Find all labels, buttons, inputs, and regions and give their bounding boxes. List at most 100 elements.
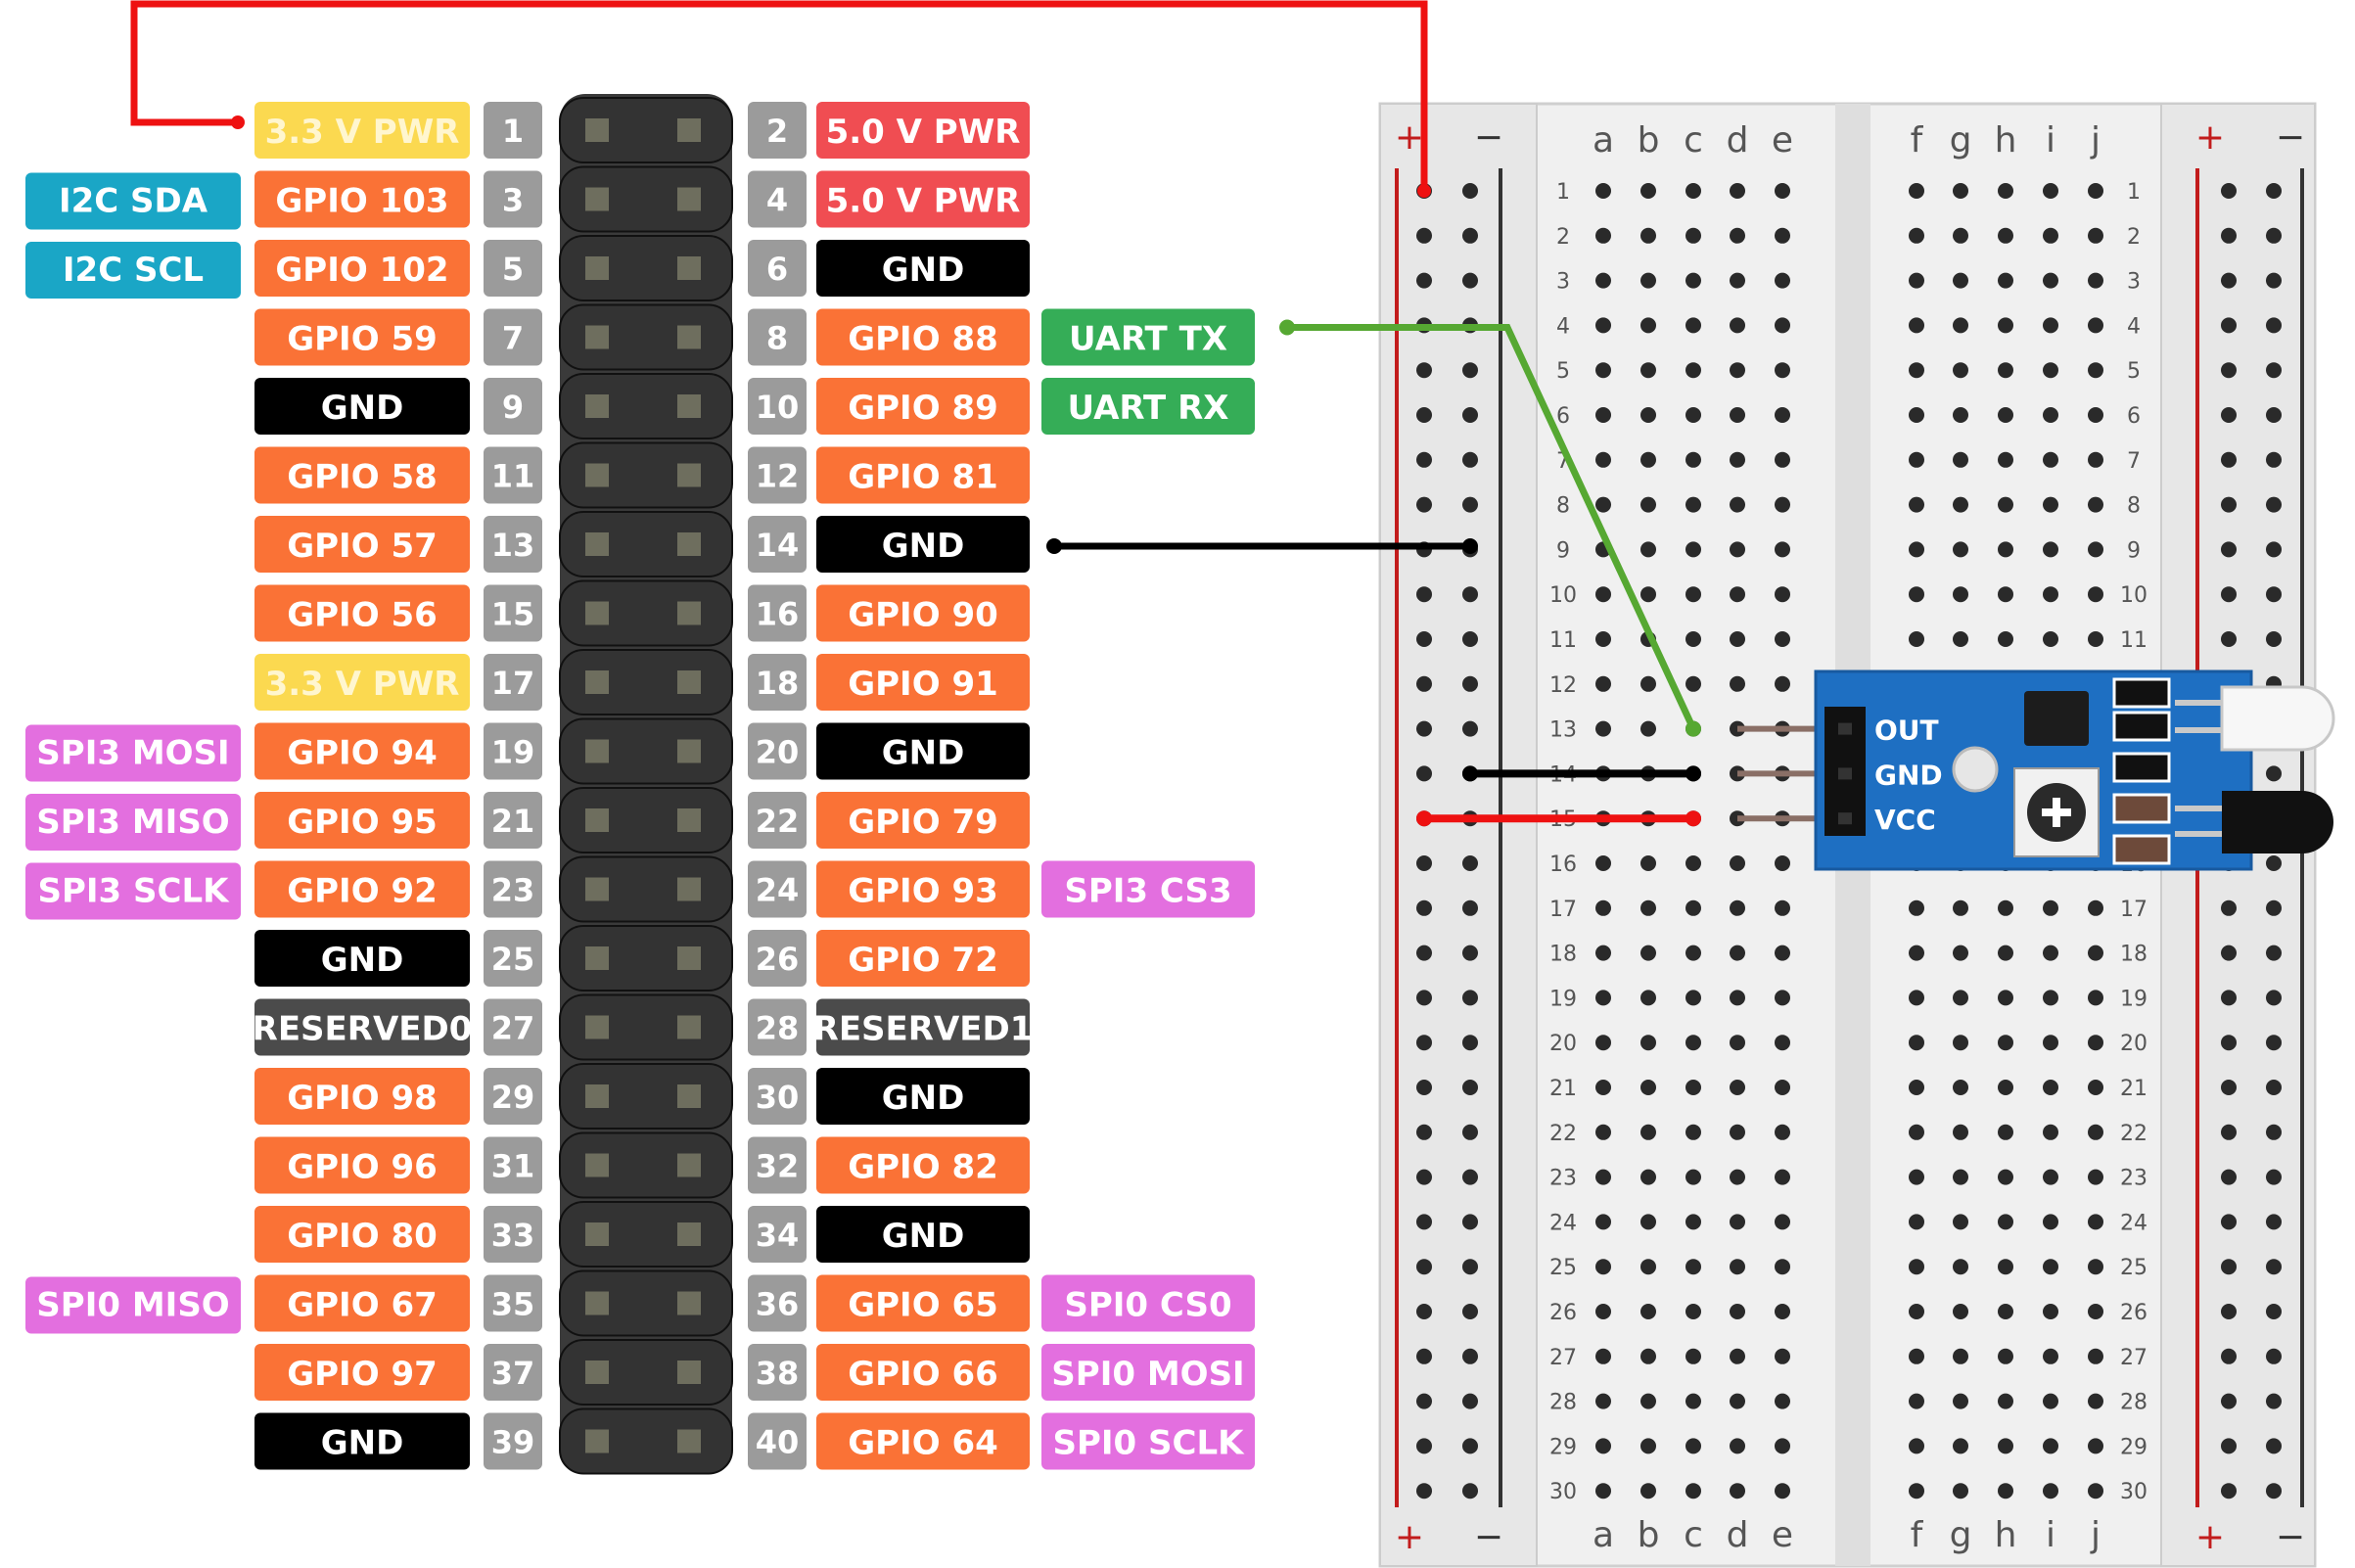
breadboard-hole (1640, 183, 1656, 199)
column-letter: a (1593, 120, 1614, 161)
header-pin (677, 463, 701, 487)
header-pin (585, 1429, 609, 1453)
breadboard-hole (1595, 1348, 1611, 1364)
column-letter: d (1727, 120, 1749, 161)
breadboard-hole (1685, 1393, 1701, 1409)
breadboard-hole (1685, 1438, 1701, 1454)
breadboard-hole (2088, 362, 2103, 379)
gpio-header-pinout: 3.3 V PWR 1 2 5.0 V PWRI2C SDA GPIO 103 3 4 5.0… (25, 94, 1255, 1475)
breadboard-hole (1909, 362, 1924, 379)
breadboard-hole (1953, 586, 1968, 603)
pin-label: GPIO 67 (287, 1286, 438, 1325)
breadboard-hole (1640, 272, 1656, 289)
breadboard-hole (2043, 451, 2058, 468)
breadboard-hole (1775, 227, 1790, 244)
breadboard-hole (1595, 1080, 1611, 1095)
breadboard-hole (1685, 1124, 1701, 1140)
rail-plus-sign: + (2195, 117, 2225, 158)
breadboard-hole (1953, 451, 1968, 468)
pin-number: 34 (756, 1217, 800, 1254)
pin-number: 6 (766, 251, 788, 288)
pin-number: 38 (756, 1355, 800, 1392)
breadboard-hole (2043, 183, 2058, 199)
pin-label: GPIO 82 (848, 1148, 998, 1187)
rail-hole (2266, 1214, 2282, 1230)
breadboard-hole (1640, 496, 1656, 513)
pin-number: 22 (756, 803, 800, 840)
rail-hole (1416, 1348, 1432, 1364)
breadboard-hole (1595, 586, 1611, 603)
breadboard-hole (2043, 272, 2058, 289)
breadboard-hole (1730, 227, 1745, 244)
breadboard-hole (2043, 317, 2058, 334)
breadboard-hole (1909, 407, 1924, 423)
pin-number: 15 (491, 596, 535, 633)
ir-emitter-led (2220, 685, 2335, 752)
breadboard-hole (2043, 899, 2058, 916)
rail-hole (1462, 1214, 1478, 1230)
rail-hole (1462, 631, 1478, 647)
breadboard-hole (1775, 1035, 1790, 1051)
breadboard-hole (2088, 1393, 2103, 1409)
pin-number: 20 (756, 734, 800, 771)
rail-minus-sign: − (1474, 117, 1503, 158)
breadboard-hole (1998, 1259, 2013, 1275)
rail-hole (1462, 1124, 1478, 1140)
row-number: 19 (1549, 987, 1577, 1011)
breadboard-hole (2088, 990, 2103, 1006)
rail-hole (2266, 227, 2282, 244)
wire-end (231, 115, 245, 129)
pin-label: GND (321, 1424, 404, 1463)
breadboard-hole (1775, 362, 1790, 379)
rail-hole (1462, 1035, 1478, 1051)
row-number: 10 (2120, 583, 2147, 608)
breadboard-hole (2088, 272, 2103, 289)
pin-number: 1 (502, 113, 524, 150)
pin-function-label: SPI3 SCLK (37, 872, 230, 911)
rail-hole (1462, 407, 1478, 423)
breadboard-hole (2043, 227, 2058, 244)
row-number: 1 (1556, 180, 1570, 205)
pin-label: 5.0 V PWR (826, 182, 1021, 221)
column-letter: e (1772, 120, 1793, 161)
row-number: 20 (2120, 1032, 2147, 1056)
breadboard-hole (1998, 631, 2013, 647)
breadboard-hole (2088, 1438, 2103, 1454)
breadboard-hole (1640, 227, 1656, 244)
rail-hole (2221, 1169, 2237, 1185)
breadboard-hole (1953, 1169, 1968, 1185)
breadboard-hole (1640, 1304, 1656, 1319)
rail-hole (1416, 720, 1432, 737)
rail-plus-sign: + (1395, 117, 1424, 158)
breadboard-hole (1998, 1304, 2013, 1319)
header-pin (585, 1291, 609, 1315)
wiring-diagram: 3.3 V PWR 1 2 5.0 V PWRI2C SDA GPIO 103 3 4 5.0… (25, 0, 2335, 1568)
rail-hole (1416, 1169, 1432, 1185)
breadboard-hole (1953, 272, 1968, 289)
breadboard-hole (1998, 1035, 2013, 1051)
rail-hole (1462, 1438, 1478, 1454)
pin-label: GPIO 89 (848, 389, 998, 428)
pin-number: 7 (502, 320, 524, 357)
pin-label: GPIO 59 (287, 320, 438, 359)
pin-label: GPIO 94 (287, 734, 438, 773)
rail-hole (2221, 362, 2237, 379)
breadboard-hole (1595, 899, 1611, 916)
rail-hole (1462, 1393, 1478, 1409)
breadboard-hole (1685, 945, 1701, 961)
breadboard-hole (1640, 1483, 1656, 1499)
breadboard-hole (1730, 990, 1745, 1006)
rail-hole (2221, 541, 2237, 558)
module-pin (1838, 812, 1852, 825)
breadboard-hole (1998, 899, 2013, 916)
column-letter: h (1995, 120, 2017, 161)
header-pin (585, 118, 609, 142)
rail-hole (1416, 1304, 1432, 1319)
rail-hole (2221, 1348, 2237, 1364)
pin-label: GPIO 98 (287, 1079, 438, 1118)
rail-hole (2221, 945, 2237, 961)
breadboard-hole (1909, 1035, 1924, 1051)
pin-number: 3 (502, 182, 524, 219)
row-number: 12 (1549, 673, 1577, 698)
rail-hole (2266, 362, 2282, 379)
